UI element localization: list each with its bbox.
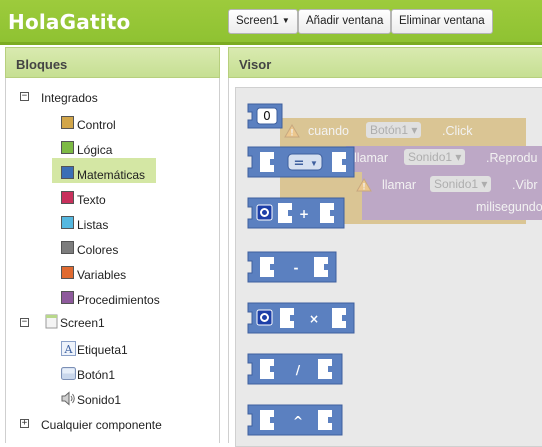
label-icon: A <box>61 341 76 356</box>
collapse-screen-toggle[interactable]: − <box>20 318 29 327</box>
ghost-method-label: .Reprodu <box>486 151 538 165</box>
variables-color-swatch <box>61 266 74 279</box>
ghost-param-label: milisegundo <box>476 200 542 214</box>
component-label: Sonido1 <box>77 393 122 407</box>
category-label: Texto <box>77 193 106 207</box>
expand-any-component-toggle[interactable]: + <box>20 419 29 428</box>
gear-icon[interactable] <box>256 309 273 326</box>
ghost-call-label: llamar <box>382 178 417 192</box>
math-add-block[interactable]: + <box>246 197 346 229</box>
tree-item-any-component[interactable]: Cualquier componente <box>41 418 162 432</box>
chevron-down-icon: ▼ <box>310 159 318 168</box>
top-bar-divider <box>0 42 542 45</box>
remove-screen-button[interactable]: Eliminar ventana <box>391 9 493 34</box>
screen-icon <box>45 314 58 329</box>
ghost-sound-dropdown: Sonido1 ▾ <box>430 176 492 192</box>
svg-text:A: A <box>64 343 74 356</box>
blocks-panel-title: Bloques <box>5 47 220 78</box>
category-label: Variables <box>77 268 127 282</box>
ghost-call-label: llamar <box>354 151 389 165</box>
power-operator: ^ <box>293 414 303 428</box>
blocks-panel: − Integrados Control Lógica Matemáticas … <box>5 78 220 443</box>
math-power-block[interactable]: ^ <box>246 404 344 436</box>
add-operator: + <box>299 207 309 221</box>
category-label: Listas <box>77 218 109 232</box>
math-number-block[interactable]: 0 <box>246 103 286 129</box>
ghost-component-dropdown: Botón1 ▾ <box>366 122 422 138</box>
chevron-down-icon: ▼ <box>281 16 290 25</box>
add-screen-button[interactable]: Añadir ventana <box>298 9 392 34</box>
category-label: Procedimientos <box>77 293 160 307</box>
warning-icon: ! <box>284 124 300 138</box>
ghost-method-label: .Vibr <box>512 178 538 192</box>
number-value[interactable]: 0 <box>263 109 271 123</box>
top-bar: HolaGatito Screen1 ▼ Añadir ventana Elimi… <box>0 0 542 42</box>
category-label: Colores <box>77 243 119 257</box>
blocks-workspace[interactable]: ! cuando Botón1 ▾ .Click llamar Sonido1 … <box>235 87 542 447</box>
control-color-swatch <box>61 116 74 129</box>
button-icon <box>61 367 76 380</box>
screen1-label: Screen1 <box>60 316 105 330</box>
math-subtract-block[interactable]: - <box>246 251 338 283</box>
gear-icon[interactable] <box>256 204 273 221</box>
ghost-when-label: cuando <box>308 124 350 138</box>
compare-operator: = <box>294 156 305 171</box>
math-multiply-block[interactable]: × <box>246 302 356 334</box>
ghost-sound-dropdown: Sonido1 ▾ <box>404 149 466 165</box>
svg-text:!: ! <box>363 182 366 192</box>
math-color-swatch <box>61 166 74 179</box>
screen-dropdown-label: Screen1 <box>236 15 279 27</box>
ghost-sound-name: Sonido1 <box>434 177 479 191</box>
app-title: HolaGatito <box>8 10 131 34</box>
divide-operator: / <box>296 363 301 377</box>
ghost-event-label: .Click <box>442 124 473 138</box>
svg-text:!: ! <box>291 128 294 138</box>
collapse-builtin-toggle[interactable]: − <box>20 92 29 101</box>
logic-color-swatch <box>61 141 74 154</box>
component-label: Botón1 <box>77 368 116 382</box>
lists-color-swatch <box>61 216 74 229</box>
math-divide-block[interactable]: / <box>246 353 344 385</box>
viewer-panel-title: Visor <box>228 47 542 78</box>
multiply-operator: × <box>309 312 319 326</box>
procedures-color-swatch <box>61 291 74 304</box>
category-label: Control <box>77 118 116 132</box>
warning-icon: ! <box>356 178 372 192</box>
subtract-operator: - <box>294 261 299 275</box>
text-color-swatch <box>61 191 74 204</box>
math-compare-block[interactable]: = ▼ <box>246 146 356 178</box>
component-label: Etiqueta1 <box>77 343 128 357</box>
category-label: Lógica <box>77 143 113 157</box>
tree-item-builtin[interactable]: Integrados <box>41 91 98 105</box>
screen-dropdown[interactable]: Screen1 ▼ <box>228 9 298 34</box>
sound-icon <box>61 391 75 406</box>
ghost-sound-name: Sonido1 <box>408 150 453 164</box>
ghost-component-name: Botón1 <box>370 123 409 137</box>
colors-color-swatch <box>61 241 74 254</box>
category-label: Matemáticas <box>77 168 146 182</box>
